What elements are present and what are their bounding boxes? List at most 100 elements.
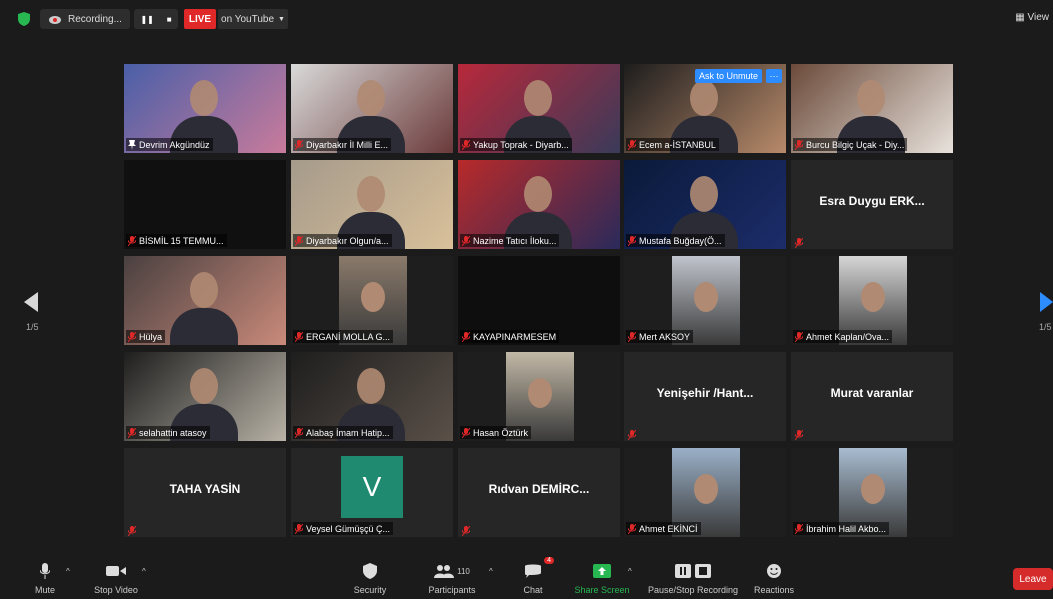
muted-mic-icon xyxy=(627,331,637,342)
participant-name-bar: KAYAPINARMESEM xyxy=(460,330,560,343)
mute-label: Mute xyxy=(34,585,55,595)
muted-mic-icon xyxy=(461,331,471,342)
security-button[interactable]: Security xyxy=(350,561,390,595)
participant-name-bar: Yakup Toprak - Diyarb... xyxy=(460,138,572,151)
participant-tile[interactable]: Mert AKSOY xyxy=(624,256,786,345)
video-options-caret-icon[interactable]: ^ xyxy=(142,567,146,576)
pause-stop-recording-button[interactable]: Pause/Stop Recording xyxy=(646,561,740,595)
stop-video-label: Stop Video xyxy=(94,585,138,595)
muted-mic-icon xyxy=(461,427,471,438)
face-shape xyxy=(357,176,385,212)
participant-tile[interactable]: BİSMİL 15 TEMMU... xyxy=(124,160,286,249)
host-pin-icon xyxy=(128,139,136,150)
stream-label: on YouTube xyxy=(221,13,275,25)
participant-tile[interactable]: Hülya xyxy=(124,256,286,345)
participant-tile[interactable]: Yenişehir /Hant... xyxy=(624,352,786,441)
participant-name: İbrahim Halil Akbo... xyxy=(806,523,887,534)
participant-name-bar: Mert AKSOY xyxy=(626,330,694,343)
muted-mic-icon xyxy=(294,427,304,438)
participant-display-name: Esra Duygu ERK... xyxy=(819,194,925,208)
pause-recording-icon[interactable]: ❚❚ xyxy=(140,15,153,24)
share-options-caret-icon[interactable]: ^ xyxy=(628,567,632,576)
reactions-label: Reactions xyxy=(753,585,795,595)
face-shape xyxy=(857,80,885,116)
participant-name-bar: Nazime Tatıcı İloku... xyxy=(460,234,560,247)
live-badge: LIVE xyxy=(184,9,216,29)
participant-tile[interactable]: ERGANİ MOLLA G... xyxy=(291,256,453,345)
smiley-icon xyxy=(767,564,781,578)
view-button[interactable]: ▦ View xyxy=(1015,12,1049,23)
muted-mic-icon xyxy=(794,427,804,441)
participant-tile[interactable]: Rıdvan DEMİRC... xyxy=(458,448,620,537)
page-indicator-right: 1/5 xyxy=(1039,322,1052,332)
participant-name: Burcu Bilgiç Uçak - Diy... xyxy=(806,139,905,150)
security-shield-icon[interactable] xyxy=(18,12,30,26)
stop-recording-icon[interactable]: ■ xyxy=(167,15,172,24)
participant-name: Yakup Toprak - Diyarb... xyxy=(473,139,569,150)
participant-tile[interactable]: Diyarbakır İl Milli E... xyxy=(291,64,453,153)
previous-page-arrow-icon[interactable] xyxy=(24,292,38,312)
muted-mic-icon xyxy=(627,235,637,246)
participant-tile[interactable]: Burcu Bilgiç Uçak - Diy... xyxy=(791,64,953,153)
participant-display-name: Yenişehir /Hant... xyxy=(656,386,754,400)
participant-tile[interactable]: TAHA YASİN xyxy=(124,448,286,537)
participant-tile[interactable]: KAYAPINARMESEM xyxy=(458,256,620,345)
leave-button[interactable]: Leave xyxy=(1013,568,1053,590)
participant-name: Hülya xyxy=(139,331,163,342)
recording-controls: ❚❚ ■ xyxy=(134,9,178,29)
share-screen-button[interactable]: Share Screen xyxy=(574,561,630,595)
participant-tile[interactable]: Devrim Akgündüz xyxy=(124,64,286,153)
participant-name: Mustafa Buğday(Ö... xyxy=(639,235,722,246)
video-camera-icon xyxy=(106,566,126,576)
participant-tile[interactable]: Nazime Tatıcı İloku... xyxy=(458,160,620,249)
participant-name-bar: Burcu Bilgiç Uçak - Diy... xyxy=(793,138,908,151)
muted-mic-icon xyxy=(794,331,804,342)
participant-tile[interactable]: İbrahim Halil Akbo... xyxy=(791,448,953,537)
recording-indicator[interactable]: Recording... xyxy=(40,9,130,29)
microphone-icon xyxy=(40,563,50,579)
participant-tile[interactable]: Yakup Toprak - Diyarb... xyxy=(458,64,620,153)
meeting-toolbar: Mute ^ Stop Video ^ Security 110 Partici… xyxy=(0,555,1053,599)
muted-mic-icon xyxy=(627,139,637,150)
participant-tile[interactable]: Murat varanlar xyxy=(791,352,953,441)
participant-tile[interactable]: Ahmet Kaplan/Ova... xyxy=(791,256,953,345)
live-stream-dropdown[interactable]: on YouTube ▼ xyxy=(218,9,288,29)
participant-tile[interactable]: Ecem a-İSTANBUL Ask to Unmute ··· xyxy=(624,64,786,153)
audio-options-caret-icon[interactable]: ^ xyxy=(66,567,70,576)
muted-mic-icon xyxy=(794,235,804,249)
participants-button[interactable]: 110 Participants xyxy=(424,561,480,595)
participant-tile[interactable]: Diyarbakır Olgun/a... xyxy=(291,160,453,249)
next-page-arrow-icon[interactable] xyxy=(1040,292,1053,312)
participant-name-bar: ERGANİ MOLLA G... xyxy=(293,330,394,343)
mute-button[interactable]: Mute xyxy=(30,561,60,595)
muted-mic-icon xyxy=(794,523,804,534)
participant-tile[interactable]: Esra Duygu ERK... xyxy=(791,160,953,249)
ask-to-unmute-button[interactable]: Ask to Unmute xyxy=(695,69,763,83)
participant-name: Hasan Öztürk xyxy=(473,427,529,438)
chat-button[interactable]: 4 Chat xyxy=(518,557,554,595)
participant-tile[interactable]: Mustafa Buğday(Ö... xyxy=(624,160,786,249)
participant-tile[interactable]: selahattin atasoy xyxy=(124,352,286,441)
muted-mic-icon xyxy=(294,235,304,246)
participant-display-name: Murat varanlar xyxy=(830,386,914,400)
participant-display-name: TAHA YASİN xyxy=(169,482,241,496)
meeting-top-bar: Recording... ❚❚ ■ LIVE on YouTube ▼ ▦ Vi… xyxy=(0,0,1053,38)
muted-mic-icon xyxy=(461,523,471,537)
face-shape xyxy=(524,80,552,116)
stop-video-button[interactable]: Stop Video xyxy=(88,561,144,595)
participant-name: ERGANİ MOLLA G... xyxy=(306,331,391,342)
more-options-button[interactable]: ··· xyxy=(766,69,782,83)
reactions-button[interactable]: Reactions xyxy=(752,561,796,595)
muted-mic-icon xyxy=(127,523,137,537)
muted-mic-icon xyxy=(627,427,637,441)
face-shape xyxy=(524,176,552,212)
participant-tile[interactable]: Ahmet EKİNCİ xyxy=(624,448,786,537)
security-label: Security xyxy=(353,585,387,595)
participant-tile[interactable]: Hasan Öztürk xyxy=(458,352,620,441)
participant-tile[interactable]: V Veysel Gümüşçü Ç... xyxy=(291,448,453,537)
participant-gallery: Devrim Akgündüz Diyarbakır İl Milli E... Y… xyxy=(124,64,953,540)
participant-name-bar: İbrahim Halil Akbo... xyxy=(793,522,890,535)
participant-tile[interactable]: Alabaş İmam Hatip... xyxy=(291,352,453,441)
participant-name: Nazime Tatıcı İloku... xyxy=(473,235,557,246)
participants-caret-icon[interactable]: ^ xyxy=(489,567,493,576)
